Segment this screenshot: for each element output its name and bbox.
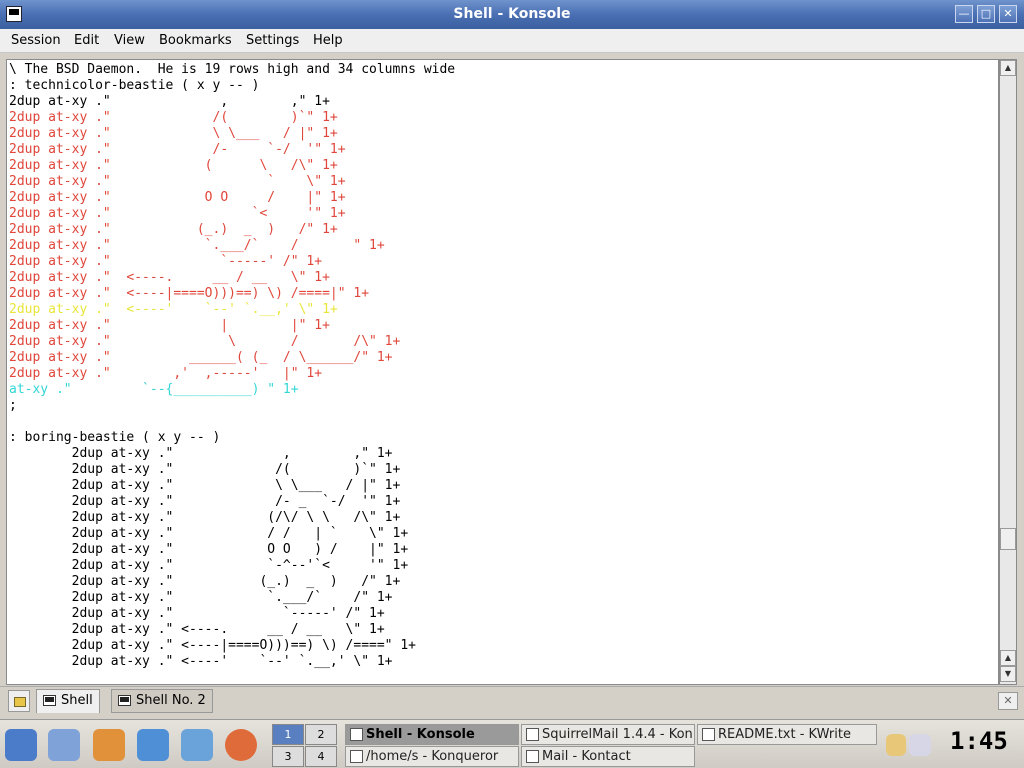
terminal-line: 2dup at-xy ." /( )`" 1+ — [9, 462, 401, 477]
terminal-line: 2dup at-xy ." \ \___ / |" 1+ — [9, 478, 401, 493]
terminal-line: 2dup at-xy ." (_.) _ ) /" 1+ — [9, 574, 401, 589]
terminal-line: 2dup at-xy ." / / | ` \" 1+ — [9, 526, 409, 541]
scroll-up-arrow-icon[interactable]: ▲ — [1000, 650, 1016, 666]
terminal-line: 2dup at-xy ." <----' `--' `.__,' \" 1+ — [9, 302, 338, 317]
mail-icon — [526, 750, 539, 763]
terminal-line: ; — [9, 398, 17, 413]
folder-icon — [350, 750, 363, 763]
terminal-line: 2dup at-xy ." `-----' /" 1+ — [9, 606, 385, 621]
desktop-3[interactable]: 3 — [272, 746, 304, 767]
tab-shell-no-2[interactable]: Shell No. 2 — [111, 689, 213, 713]
task-label: Shell - Konsole — [366, 727, 475, 742]
terminal-line: 2dup at-xy ." `.___/` /" 1+ — [9, 590, 393, 605]
klipper-icon[interactable] — [886, 734, 906, 756]
vertical-scrollbar[interactable]: ▲ ▲ ▼ — [999, 59, 1017, 685]
terminal-line: 2dup at-xy ." <----|====O)))==) \) /====… — [9, 286, 370, 301]
tab-label: Shell No. 2 — [136, 693, 206, 708]
terminal-line: 2dup at-xy ." ` \" 1+ — [9, 174, 346, 189]
terminal-line: 2dup at-xy ." <----. __ / __ \" 1+ — [9, 622, 385, 637]
terminal-area[interactable]: \ The BSD Daemon. He is 19 rows high and… — [6, 59, 999, 685]
terminal-line: 2dup at-xy ." \ / /\" 1+ — [9, 334, 401, 349]
scroll-up-arrow-icon[interactable]: ▲ — [1000, 60, 1016, 76]
help-icon[interactable] — [225, 729, 257, 761]
clock[interactable]: 1:45 — [950, 727, 1008, 755]
task-readme-kwrite[interactable]: README.txt - KWrite — [697, 724, 877, 745]
terminal-line: 2dup at-xy ." `-----' /" 1+ — [9, 254, 323, 269]
kde-taskbar: 1 2 3 4 Shell - Konsole SquirrelMail 1.4… — [0, 719, 1024, 768]
terminal-line: 2dup at-xy ." , ," 1+ — [9, 94, 330, 109]
terminal-line: 2dup at-xy ." O O ) / |" 1+ — [9, 542, 409, 557]
terminal-line: 2dup at-xy ." ( \ /\" 1+ — [9, 158, 338, 173]
kde-menu-icon[interactable] — [5, 729, 37, 761]
terminal-line: 2dup at-xy ." <----|====O)))==) \) /====… — [9, 638, 416, 653]
terminal-line: 2dup at-xy ." (_.) _ ) /" 1+ — [9, 222, 338, 237]
menu-edit[interactable]: Edit — [74, 33, 99, 48]
scroll-down-arrow-icon[interactable]: ▼ — [1000, 666, 1016, 682]
terminal-line: : technicolor-beastie ( x y -- ) — [9, 78, 260, 93]
maximize-button[interactable]: □ — [977, 5, 995, 23]
terminal-line: 2dup at-xy ." O O / |" 1+ — [9, 190, 346, 205]
terminal-line: 2dup at-xy ." (/\/ \ \ /\" 1+ — [9, 510, 401, 525]
terminal-line: \ The BSD Daemon. He is 19 rows high and… — [9, 62, 456, 77]
window-titlebar[interactable]: Shell - Konsole — □ ✕ — [0, 0, 1024, 29]
window-title: Shell - Konsole — [453, 6, 571, 22]
menu-bookmarks[interactable]: Bookmarks — [159, 33, 232, 48]
terminal-line: 2dup at-xy ." /( )`" 1+ — [9, 110, 338, 125]
task-squirrelmail[interactable]: SquirrelMail 1.4.4 - Kon — [521, 724, 695, 745]
terminal-line: 2dup at-xy ." \ \___ / |" 1+ — [9, 126, 338, 141]
terminal-line: 2dup at-xy ." `.___/` / " 1+ — [9, 238, 385, 253]
scrollbar-thumb[interactable] — [1000, 528, 1016, 550]
terminal-icon — [350, 728, 363, 741]
new-session-icon[interactable] — [8, 690, 30, 712]
terminal-line: 2dup at-xy ." | |" 1+ — [9, 318, 330, 333]
konqueror-icon[interactable] — [137, 729, 169, 761]
terminal-text[interactable]: \ The BSD Daemon. He is 19 rows high and… — [9, 62, 994, 684]
task-kontact[interactable]: Mail - Kontact — [521, 746, 695, 767]
minimize-button[interactable]: — — [955, 5, 973, 23]
task-label: Mail - Kontact — [542, 749, 631, 764]
konqueror-icon — [526, 728, 539, 741]
terminal-icon — [43, 695, 56, 706]
menu-help[interactable]: Help — [313, 33, 343, 48]
menu-settings[interactable]: Settings — [246, 33, 299, 48]
task-label: README.txt - KWrite — [718, 727, 851, 742]
desktop-1[interactable]: 1 — [272, 724, 304, 745]
home-icon[interactable] — [93, 729, 125, 761]
task-shell-konsole[interactable]: Shell - Konsole — [345, 724, 519, 745]
task-label: SquirrelMail 1.4.4 - Kon — [542, 727, 693, 742]
kmail-icon[interactable] — [181, 729, 213, 761]
session-tab-bar: Shell Shell No. 2 ✕ — [0, 686, 1024, 714]
terminal-line: 2dup at-xy ." `< '" 1+ — [9, 206, 346, 221]
menu-bar: Session Edit View Bookmarks Settings Hel… — [0, 29, 1024, 53]
task-label: /home/s - Konqueror — [366, 749, 499, 764]
terminal-line: 2dup at-xy ." , ," 1+ — [9, 446, 393, 461]
tab-shell[interactable]: Shell — [36, 689, 100, 713]
notes-icon[interactable] — [909, 734, 931, 756]
menu-session[interactable]: Session — [11, 33, 61, 48]
kwrite-icon — [702, 728, 715, 741]
menu-view[interactable]: View — [114, 33, 145, 48]
desktop-4[interactable]: 4 — [305, 746, 337, 767]
terminal-line: 2dup at-xy ." `-^--'`< '" 1+ — [9, 558, 409, 573]
tab-label: Shell — [61, 693, 93, 708]
terminal-line: 2dup at-xy ." /- _ `-/ '" 1+ — [9, 494, 401, 509]
close-button[interactable]: ✕ — [999, 5, 1017, 23]
terminal-line: 2dup at-xy ." /- `-/ '" 1+ — [9, 142, 346, 157]
terminal-line: at-xy ." `--{__________) " 1+ — [9, 382, 299, 397]
close-session-icon[interactable]: ✕ — [998, 692, 1018, 710]
terminal-line: 2dup at-xy ." <----' `--' `.__,' \" 1+ — [9, 654, 393, 669]
kwrite-icon[interactable] — [48, 729, 80, 761]
terminal-line: 2dup at-xy ." ______( (_ / \______/" 1+ — [9, 350, 393, 365]
terminal-line: 2dup at-xy ." ,' ,-----' |" 1+ — [9, 366, 323, 381]
desktop-2[interactable]: 2 — [305, 724, 337, 745]
terminal-icon — [118, 695, 131, 706]
task-konqueror[interactable]: /home/s - Konqueror — [345, 746, 519, 767]
terminal-line: : boring-beastie ( x y -- ) — [9, 430, 221, 445]
terminal-line: 2dup at-xy ." <----. __ / __ \" 1+ — [9, 270, 330, 285]
